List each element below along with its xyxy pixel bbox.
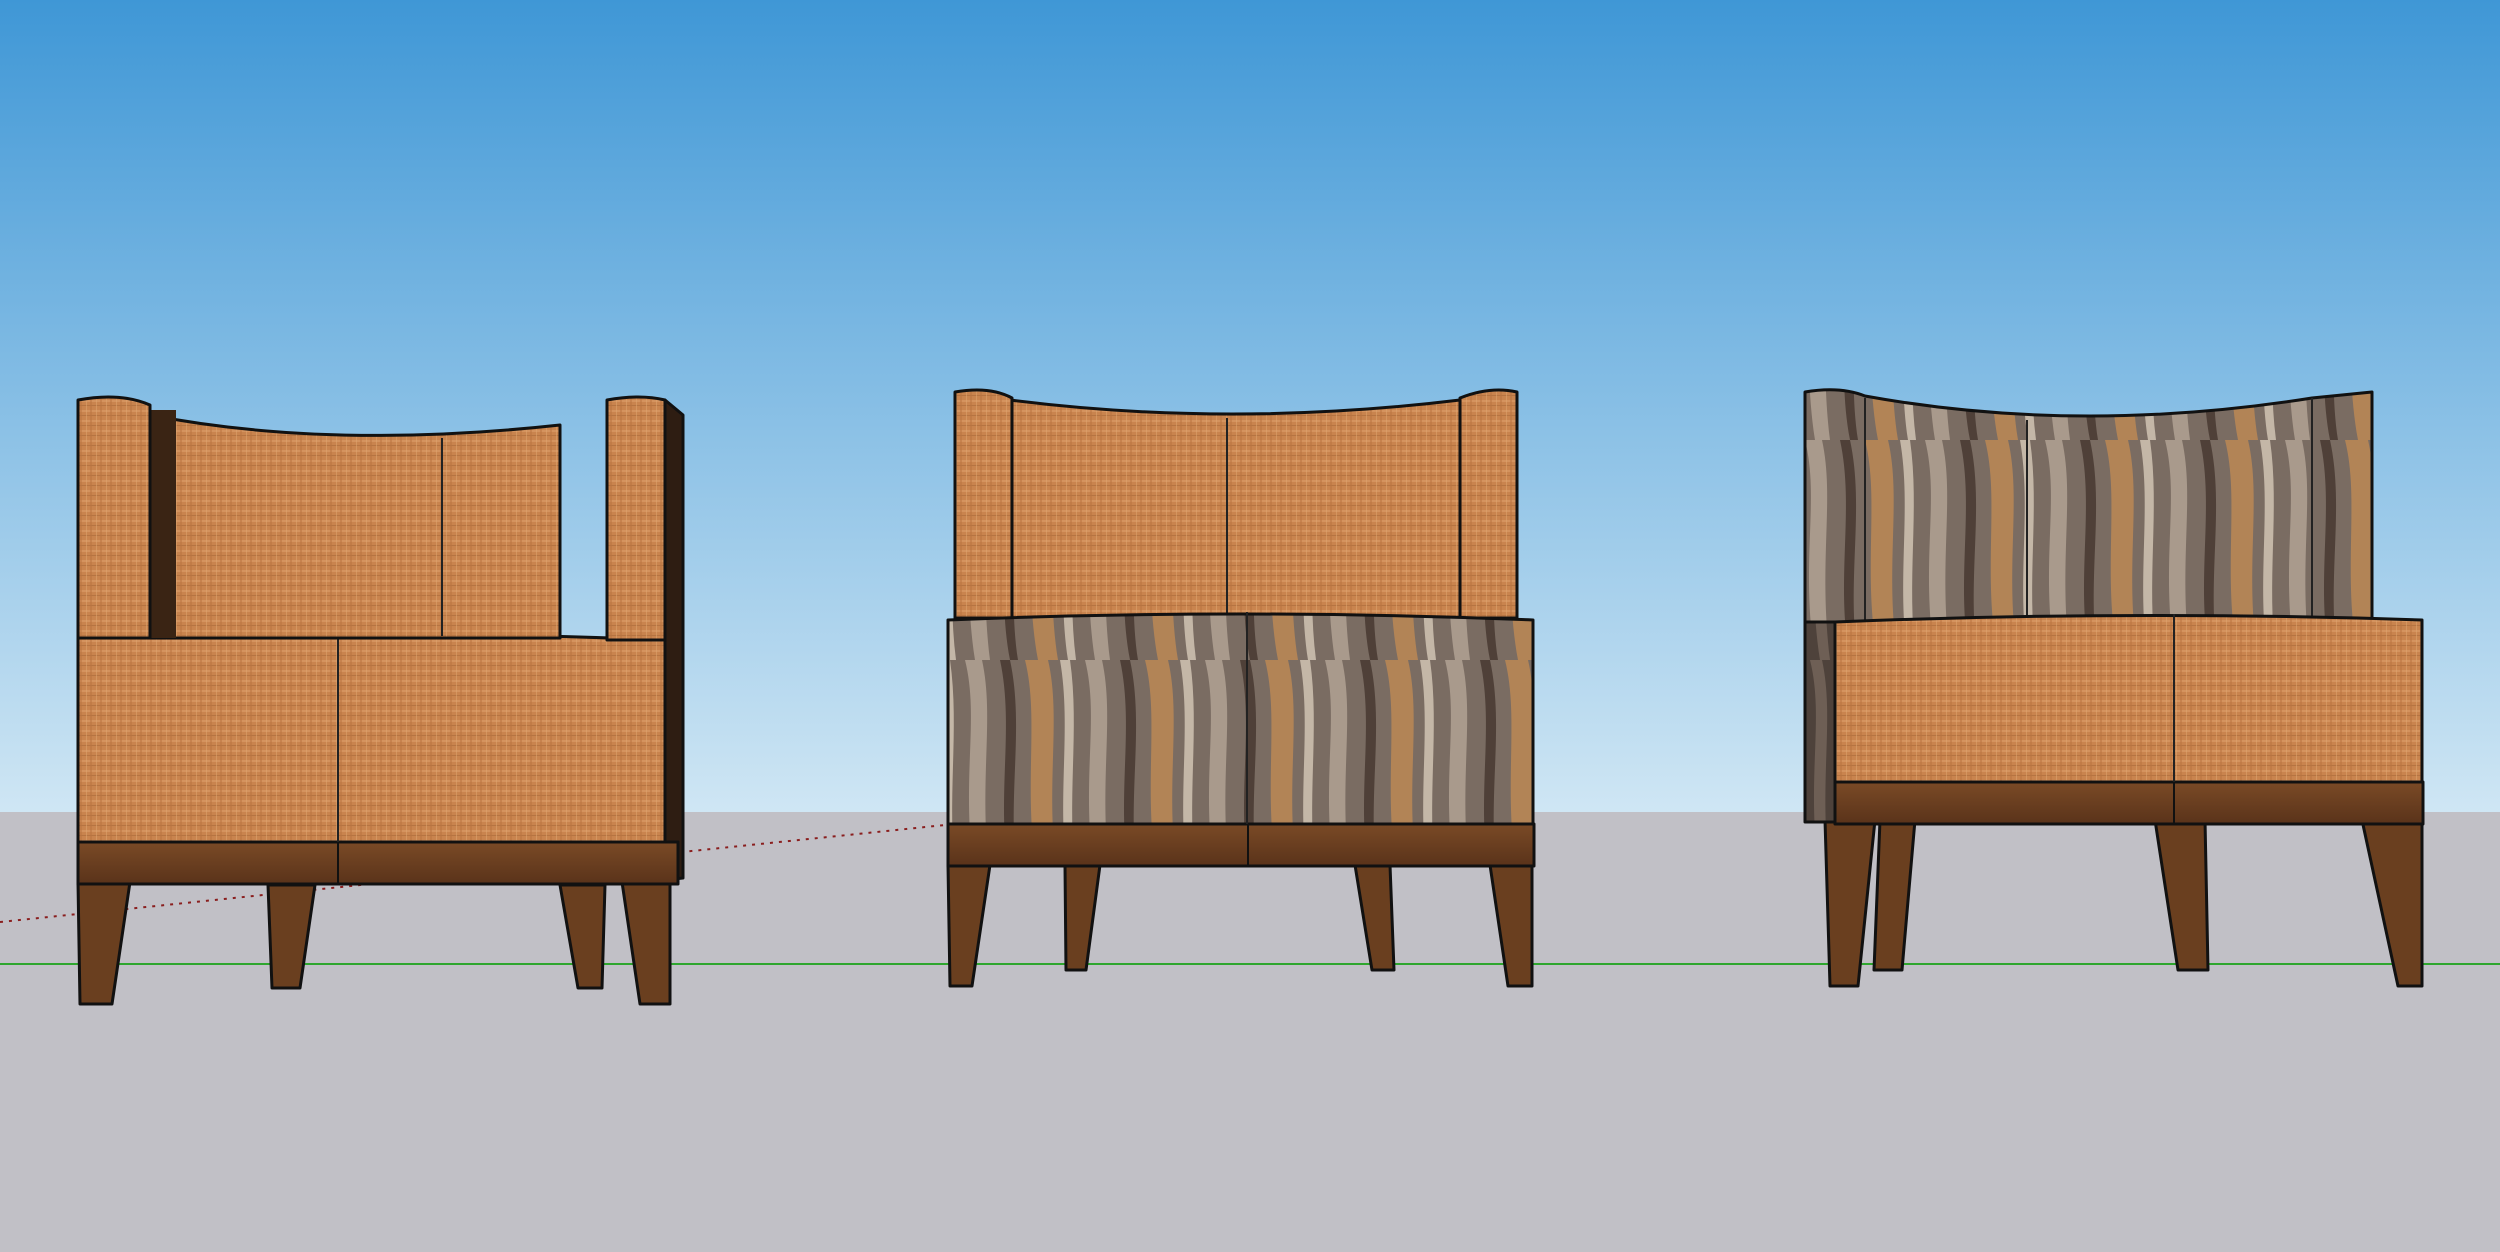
chair-left-seat-front [76, 631, 667, 844]
chair-left-inner-shadow [150, 410, 176, 638]
chair-left-base [76, 840, 680, 886]
chair-middle-backrest [1008, 398, 1462, 620]
chair-left-side-panel [663, 398, 685, 882]
model-scene[interactable] [0, 0, 2500, 1252]
chair-right-base [1833, 780, 2425, 826]
chair-middle-arm-post [953, 388, 1014, 620]
chair-middle-arm-post [1458, 388, 1519, 620]
chair-left-arm-post [76, 395, 152, 640]
chair-middle-base [946, 822, 1536, 868]
chair-middle-seat-front-wood [946, 612, 1535, 826]
chair-right-backrest-wood [1803, 388, 2374, 624]
chair-right-seat-front [1833, 613, 2424, 784]
sketchup-viewport[interactable] [0, 0, 2500, 1252]
chair-left-arm-post [605, 395, 667, 642]
chair-left-backrest [148, 413, 562, 640]
chair-right-side-panel [1803, 618, 1837, 824]
